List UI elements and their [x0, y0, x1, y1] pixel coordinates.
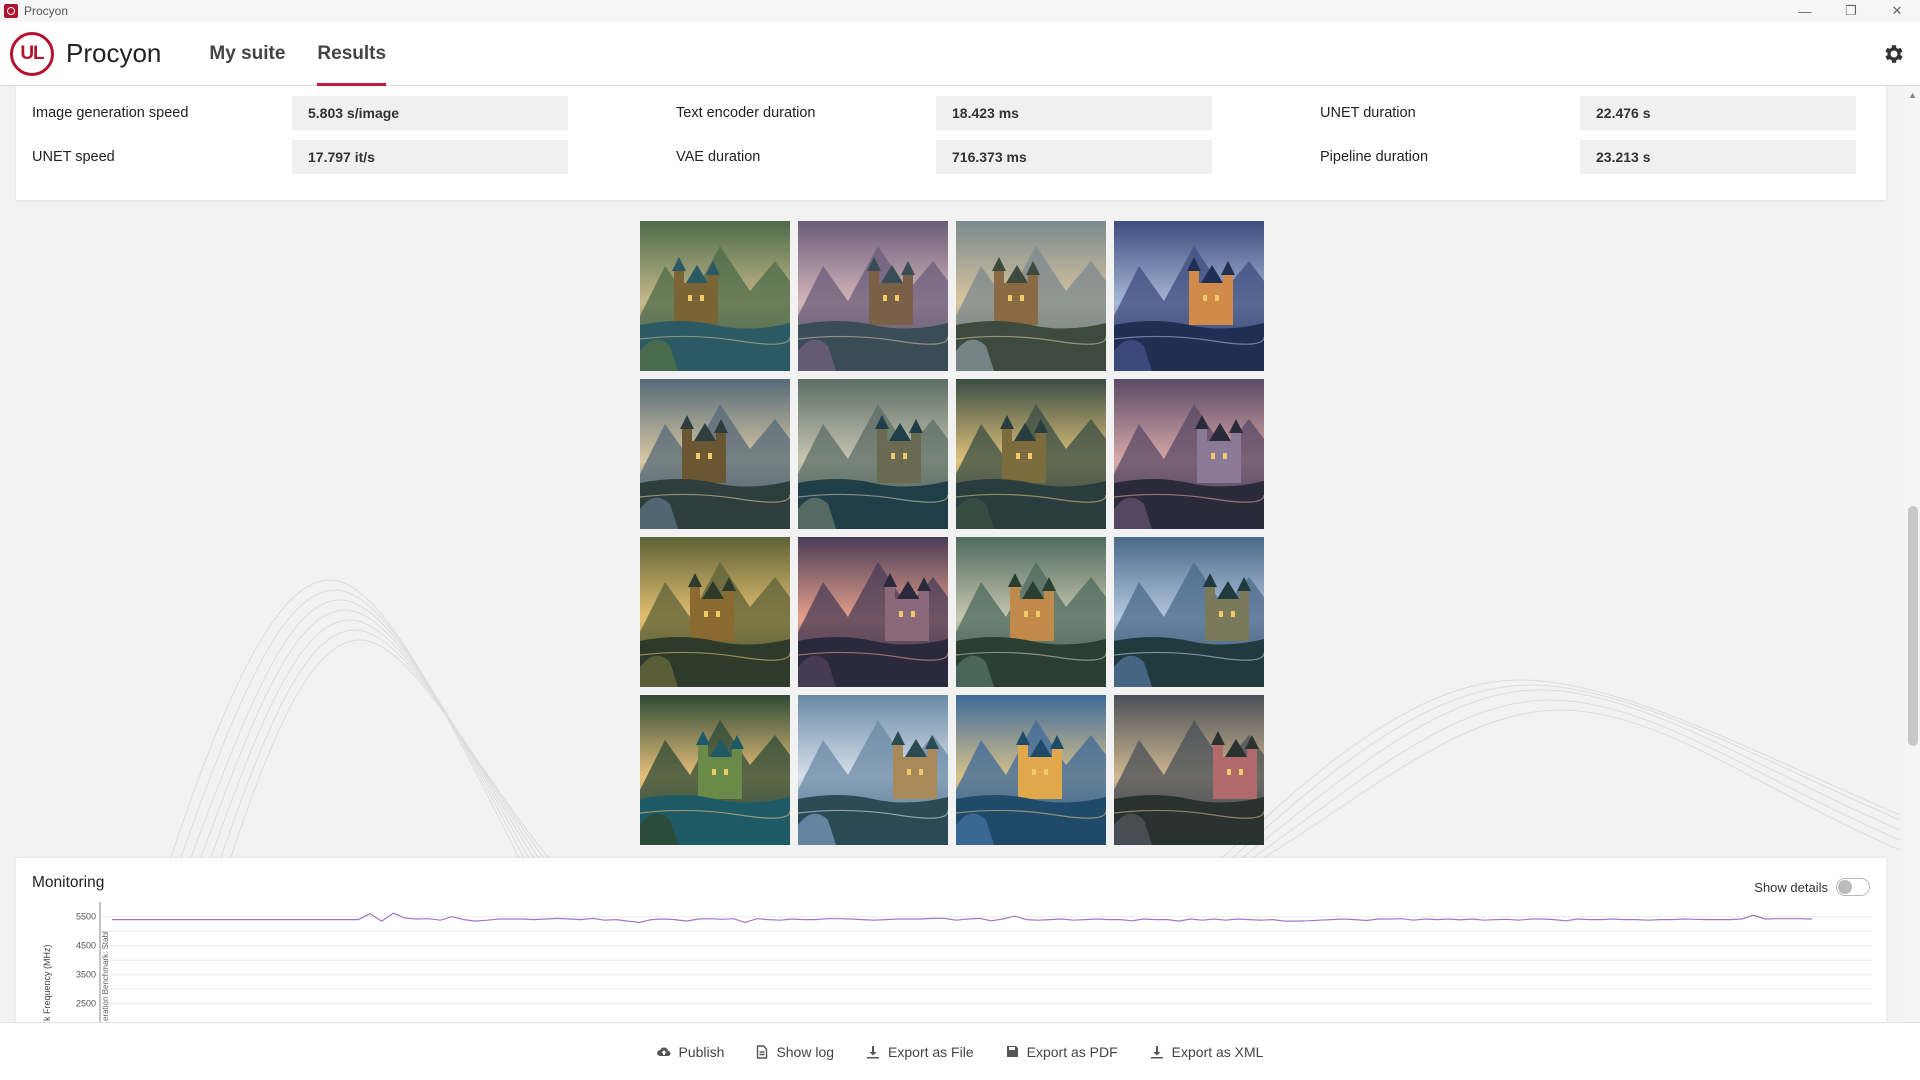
window-controls: — ❐ ✕ — [1782, 0, 1920, 22]
stat-value: 716.373 ms — [936, 140, 1212, 174]
scrollbar-thumb[interactable] — [1908, 506, 1918, 746]
generated-image-3[interactable] — [956, 221, 1106, 371]
download-icon — [1150, 1045, 1163, 1058]
scroll-up-icon[interactable]: ▲ — [1908, 90, 1917, 100]
gear-icon[interactable] — [1882, 42, 1906, 66]
save-icon — [1006, 1046, 1018, 1057]
generated-image-13[interactable] — [640, 695, 790, 845]
generated-image-6[interactable] — [798, 379, 948, 529]
tab-results[interactable]: Results — [301, 22, 402, 86]
export-pdf-button[interactable]: Export as PDF — [1006, 1044, 1118, 1060]
generated-image-9[interactable] — [640, 537, 790, 687]
generated-image-2[interactable] — [798, 221, 948, 371]
generated-image-4[interactable] — [1114, 221, 1264, 371]
stat-value: 22.476 s — [1580, 96, 1856, 130]
monitoring-title: Monitoring — [32, 874, 105, 891]
stat-label: VAE duration — [676, 149, 761, 165]
app-header: UL Procyon My suite Results — [0, 22, 1920, 86]
download-icon — [867, 1045, 880, 1058]
restore-icon[interactable]: ❐ — [1828, 0, 1874, 22]
chart-y-tick-label: 3500 — [76, 970, 96, 980]
show-log-label: Show log — [776, 1043, 835, 1060]
main-nav: My suite Results — [193, 22, 402, 86]
stat-label: Image generation speed — [32, 105, 189, 121]
results-stats-card: Image generation speed 5.803 s/image Tex… — [16, 86, 1886, 200]
generated-image-11[interactable] — [956, 537, 1106, 687]
app-icon — [4, 4, 18, 18]
stat-image-generation-speed: Image generation speed 5.803 s/image — [16, 96, 568, 130]
chart-marker-label: eration Benchmark: Stabl — [101, 931, 110, 1021]
stat-vae-duration: VAE duration 716.373 ms — [660, 140, 1212, 174]
export-xml-button[interactable]: Export as XML — [1150, 1043, 1264, 1060]
document-icon — [757, 1044, 768, 1059]
generated-image-14[interactable] — [798, 695, 948, 845]
generated-image-10[interactable] — [798, 537, 948, 687]
show-details-toggle-wrap: Show details — [1754, 878, 1870, 896]
stat-value: 17.797 it/s — [292, 140, 568, 174]
export-xml-label: Export as XML — [1171, 1043, 1264, 1060]
generated-image-1[interactable] — [640, 221, 790, 371]
stat-pipeline-duration: Pipeline duration 23.213 s — [1304, 140, 1856, 174]
stat-label: UNET speed — [32, 149, 115, 165]
stat-label: Pipeline duration — [1320, 149, 1429, 165]
stat-label: Text encoder duration — [676, 105, 816, 121]
chart-y-tick-label: 5500 — [76, 912, 96, 922]
generated-image-15[interactable] — [956, 695, 1106, 845]
window-title: Procyon — [24, 4, 69, 18]
stat-text-encoder-duration: Text encoder duration 18.423 ms — [660, 96, 1212, 130]
brand-name: Procyon — [66, 38, 162, 68]
ul-logo: UL — [10, 31, 54, 76]
window-titlebar: Procyon — ❐ ✕ — [0, 0, 1920, 22]
stat-unet-speed: UNET speed 17.797 it/s — [16, 140, 568, 174]
stat-value: 23.213 s — [1580, 140, 1856, 174]
chart-y-axis-label: k Frequency (MHz) — [42, 944, 52, 1021]
chart-y-tick-label: 2500 — [76, 999, 96, 1009]
stat-label: UNET duration — [1320, 105, 1416, 121]
export-pdf-label: Export as PDF — [1026, 1043, 1118, 1060]
toggle-knob — [1838, 880, 1852, 894]
stat-unet-duration: UNET duration 22.476 s — [1304, 96, 1856, 130]
monitoring-panel: Monitoring Show details 5500 4500 3500 2500… — [16, 858, 1886, 1023]
export-file-label: Export as File — [888, 1043, 974, 1060]
close-icon[interactable]: ✕ — [1874, 0, 1920, 22]
stat-value: 5.803 s/image — [292, 96, 568, 130]
tab-my-suite[interactable]: My suite — [193, 22, 301, 86]
scrollbar[interactable] — [1904, 86, 1920, 1022]
generated-image-16[interactable] — [1114, 695, 1264, 845]
chart-y-tick-label: 4500 — [76, 941, 96, 951]
show-details-label: Show details — [1754, 879, 1828, 895]
stat-value: 18.423 ms — [936, 96, 1212, 130]
publish-label: Publish — [678, 1043, 725, 1060]
clock-frequency-series-line — [112, 912, 1813, 924]
export-file-button[interactable]: Export as File — [866, 1044, 974, 1060]
minimize-icon[interactable]: — — [1782, 0, 1828, 22]
show-log-button[interactable]: Show log — [756, 1044, 834, 1060]
generated-image-8[interactable] — [1114, 379, 1264, 529]
generated-image-12[interactable] — [1114, 537, 1264, 687]
publish-button[interactable]: Publish — [656, 1043, 725, 1060]
bottom-action-bar: Publish Show log Export as File Export a… — [0, 1022, 1920, 1080]
generated-image-7[interactable] — [956, 379, 1106, 529]
generated-image-5[interactable] — [640, 379, 790, 529]
monitoring-chart: 5500 4500 3500 2500 k Frequency (MHz) eration… — [42, 902, 1872, 1023]
cloud-upload-icon — [656, 1046, 671, 1056]
generated-images-grid — [640, 221, 1268, 845]
show-details-toggle[interactable] — [1836, 878, 1870, 896]
